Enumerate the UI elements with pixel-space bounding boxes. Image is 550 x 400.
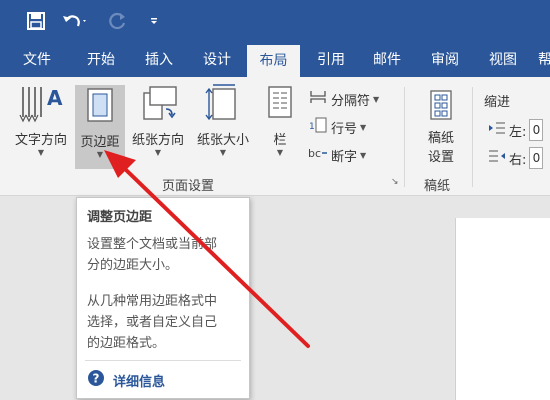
annotation-arrow (104, 150, 310, 348)
